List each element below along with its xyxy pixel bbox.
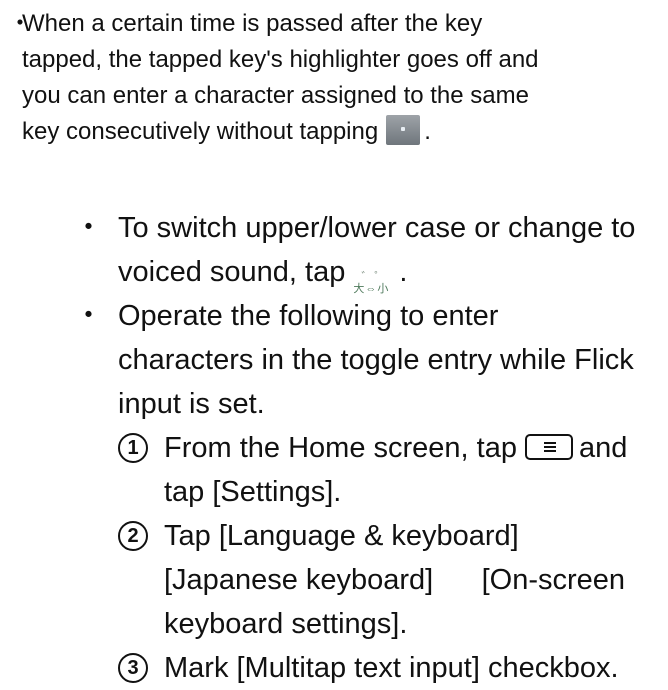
case-voiced-key-icon: ゛゜ 大⇔小 [353, 255, 395, 295]
step-line: Mark [Multitap text input] checkbox. [164, 652, 619, 684]
step-line: From the Home screen, tap and [164, 426, 668, 470]
step-line: tap [Settings]. [164, 476, 342, 508]
note-line-last: key consecutively without tapping. [22, 114, 658, 150]
note-line: tapped, the tapped key's highlighter goe… [22, 46, 539, 73]
step-number: 2 [118, 521, 148, 551]
instruction-list: ・ To switch upper/lower case or change t… [74, 206, 668, 690]
step-number: 3 [118, 653, 148, 683]
step-1: 1 From the Home screen, tap and tap [Sett… [118, 426, 668, 514]
note-line: you can enter a character assigned to th… [22, 82, 529, 109]
steps-list: 1 From the Home screen, tap and tap [Sett… [118, 426, 668, 690]
note-bullet: ・ [8, 10, 32, 37]
forward-key-icon [386, 115, 421, 145]
item-line: characters in the toggle entry while Fli… [118, 344, 634, 376]
step-line-text: From the Home screen, tap [164, 432, 517, 464]
item-line-end: . [399, 256, 408, 288]
note-line: When a certain time is passed after the … [22, 10, 483, 37]
step-line: keyboard settings]. [164, 608, 408, 640]
step-line-end: and [578, 432, 628, 464]
list-bullet: ・ [74, 300, 104, 332]
note-text: When a certain time is passed after the … [22, 6, 658, 150]
step-2: 2 Tap [Language & keyboard] [Japanese ke… [118, 514, 668, 646]
step-3: 3 Mark [Multitap text input] checkbox. [118, 646, 668, 690]
item-line: To switch upper/lower case or change to [118, 212, 636, 244]
list-bullet: ・ [74, 212, 104, 244]
list-item-toggle-entry: ・ Operate the following to enter charact… [74, 294, 668, 690]
note-line-text: key consecutively without tapping [22, 118, 379, 145]
menu-key-icon [524, 434, 573, 460]
manual-page: ・ When a certain time is passed after th… [0, 0, 668, 684]
step-line: [Japanese keyboard] [On-screen [164, 564, 626, 596]
item-line-text: voiced sound, tap [118, 256, 346, 288]
list-item-case-switch: ・ To switch upper/lower case or change t… [74, 206, 668, 295]
note-block: ・ When a certain time is passed after th… [8, 6, 658, 150]
item-line: Operate the following to enter [118, 300, 499, 332]
item-line: voiced sound, tap ゛゜ 大⇔小. [118, 250, 668, 295]
step-line: Tap [Language & keyboard] [164, 520, 519, 552]
item-line: input is set. [118, 388, 265, 420]
note-line-end: . [424, 118, 431, 145]
step-number: 1 [118, 433, 148, 463]
